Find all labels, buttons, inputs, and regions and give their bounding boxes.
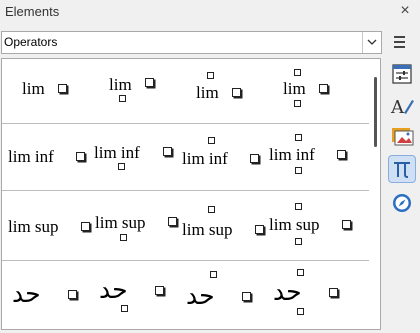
element-hadd-to[interactable]: حد — [180, 263, 269, 327]
placeholder-sup-box — [208, 137, 215, 144]
sidebar-tab-elements[interactable] — [388, 155, 416, 183]
vertical-scrollbar[interactable] — [369, 59, 380, 329]
placeholder-sub-box — [295, 238, 302, 245]
placeholder-box — [255, 225, 264, 234]
placeholder-sub-box — [118, 163, 125, 170]
placeholder-sup-box — [294, 69, 301, 76]
panel-title: Elements — [5, 4, 60, 19]
placeholder-sup-box — [295, 134, 302, 141]
placeholder-box — [76, 152, 85, 161]
placeholder-box — [163, 147, 172, 156]
svg-text:A: A — [390, 97, 405, 118]
placeholder-box — [168, 217, 177, 226]
element-liminf-from-to[interactable]: lim inf — [267, 125, 356, 189]
element-hadd-from-to[interactable]: حد — [267, 263, 356, 327]
element-limsup[interactable]: lim sup — [6, 193, 95, 257]
element-limsup-from-to[interactable]: lim sup — [267, 193, 356, 257]
placeholder-sup-box — [207, 72, 214, 79]
element-liminf-from[interactable]: lim inf — [93, 125, 182, 189]
category-selected-value: Operators — [4, 35, 58, 49]
placeholder-box — [145, 78, 154, 87]
placeholder-sub-box — [294, 100, 301, 107]
element-liminf[interactable]: lim inf — [6, 125, 95, 189]
pi-icon — [394, 162, 410, 178]
scrollbar-thumb[interactable] — [374, 77, 377, 147]
sidebar-tabbar: A — [384, 58, 420, 258]
elements-grid: lim lim lim lim lim inf lim inf lim inf … — [1, 58, 381, 330]
element-hadd-from[interactable]: حد — [93, 263, 182, 327]
placeholder-box — [232, 88, 241, 97]
dropdown-toggle-button[interactable] — [362, 32, 381, 53]
placeholder-box — [319, 84, 328, 93]
element-lim-to[interactable]: lim — [180, 59, 269, 123]
placeholder-sub-box — [119, 95, 126, 102]
placeholder-box — [68, 290, 77, 299]
category-dropdown[interactable]: Operators — [1, 31, 382, 54]
element-liminf-to[interactable]: lim inf — [180, 125, 269, 189]
properties-icon — [392, 64, 412, 84]
styles-icon: A — [390, 97, 414, 118]
sidebar-tab-styles[interactable]: A — [388, 91, 416, 119]
placeholder-sup-box — [297, 269, 304, 276]
gallery-icon — [392, 128, 414, 146]
placeholder-box — [329, 288, 338, 297]
placeholder-sup-box — [295, 203, 302, 210]
hamburger-icon — [394, 36, 405, 38]
element-limsup-from[interactable]: lim sup — [93, 193, 182, 257]
close-icon[interactable]: × — [396, 2, 414, 20]
placeholder-box — [337, 150, 346, 159]
menu-button[interactable] — [391, 33, 409, 51]
placeholder-box — [155, 286, 164, 295]
compass-icon — [393, 194, 411, 212]
placeholder-box — [58, 84, 67, 93]
sidebar-tab-gallery[interactable] — [388, 122, 416, 150]
element-lim-from[interactable]: lim — [93, 59, 182, 123]
placeholder-sup-box — [208, 206, 215, 213]
placeholder-sub-box — [297, 308, 304, 315]
sidebar-tab-navigator[interactable] — [388, 189, 416, 217]
element-lim[interactable]: lim — [6, 59, 95, 123]
element-lim-from-to[interactable]: lim — [267, 59, 356, 123]
placeholder-sub-box — [120, 234, 127, 241]
placeholder-sub-box — [121, 305, 128, 312]
element-limsup-to[interactable]: lim sup — [180, 193, 269, 257]
placeholder-sup-box — [210, 271, 217, 278]
element-hadd[interactable]: حد — [6, 263, 95, 327]
placeholder-box — [81, 222, 90, 231]
placeholder-box — [242, 292, 251, 301]
chevron-down-icon — [367, 39, 377, 45]
sidebar-tab-properties[interactable] — [388, 60, 416, 88]
placeholder-box — [342, 220, 351, 229]
placeholder-sub-box — [295, 167, 302, 174]
placeholder-box — [250, 154, 259, 163]
